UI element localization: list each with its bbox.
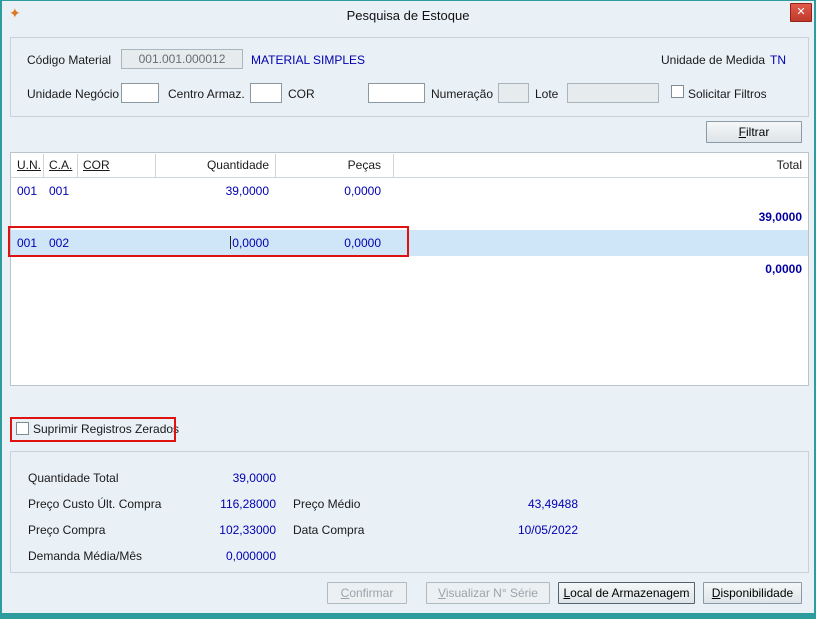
results-table: U.N. C.A. COR Quantidade Peças Total 001… <box>10 152 809 386</box>
disponibilidade-button[interactable]: Disponibilidade <box>703 582 802 604</box>
quantidade-total-label: Quantidade Total <box>28 471 119 485</box>
visualizar-serie-button[interactable]: Visualizar N° Série <box>426 582 550 604</box>
unidade-medida-value: TN <box>770 53 786 67</box>
header-quantidade[interactable]: Quantidade <box>155 153 269 178</box>
subtotal-row: 0,0000 <box>11 256 808 282</box>
preco-custo-label: Preço Custo Últ. Compra <box>28 497 162 511</box>
cor-label: COR <box>288 87 315 101</box>
solicitar-filtros-label: Solicitar Filtros <box>688 87 767 101</box>
preco-compra-value: 102,33000 <box>219 523 276 537</box>
header-un[interactable]: U.N. <box>17 153 41 178</box>
column-separator <box>155 154 156 177</box>
codigo-material-input <box>121 49 243 69</box>
header-pecas[interactable]: Peças <box>275 153 381 178</box>
numeracao-input <box>498 83 529 103</box>
subtotal-value: 39,0000 <box>758 210 802 224</box>
window-title: Pesquisa de Estoque <box>346 8 470 23</box>
solicitar-filtros-checkbox[interactable] <box>671 85 684 98</box>
suprimir-registros-checkbox[interactable] <box>16 422 29 435</box>
column-separator <box>77 154 78 177</box>
header-total[interactable]: Total <box>777 153 802 178</box>
header-cor[interactable]: COR <box>83 153 110 178</box>
preco-custo-value: 116,28000 <box>220 497 276 511</box>
codigo-material-label: Código Material <box>27 53 112 67</box>
filtrar-button[interactable]: Filtrar <box>706 121 802 143</box>
subtotal-row: 39,0000 <box>11 204 808 230</box>
unidade-negocio-label: Unidade Negócio <box>27 87 120 101</box>
header-ca[interactable]: C.A. <box>49 153 72 178</box>
numeracao-label: Numeração <box>431 87 494 101</box>
column-separator <box>275 154 276 177</box>
subtotal-value: 0,0000 <box>765 262 802 276</box>
close-button[interactable]: ✕ <box>790 3 812 22</box>
data-compra-value: 10/05/2022 <box>517 523 578 537</box>
preco-compra-label: Preço Compra <box>28 523 106 537</box>
column-separator <box>43 154 44 177</box>
close-icon: ✕ <box>796 6 806 18</box>
table-header: U.N. C.A. COR Quantidade Peças Total <box>11 153 808 178</box>
unidade-negocio-input[interactable] <box>121 83 159 103</box>
column-separator <box>393 154 394 177</box>
titlebar: ✦ Pesquisa de Estoque ✕ <box>2 1 814 29</box>
lote-label: Lote <box>535 87 559 101</box>
confirmar-button[interactable]: Confirmar <box>327 582 407 604</box>
quantidade-total-value: 39,0000 <box>232 471 276 485</box>
data-compra-label: Data Compra <box>293 523 365 537</box>
table-row-selected[interactable]: 001 002 0,0000 0,0000 <box>11 230 808 256</box>
material-description: MATERIAL SIMPLES <box>251 53 366 67</box>
preco-medio-value: 43,49488 <box>527 497 578 511</box>
unidade-medida-label: Unidade de Medida <box>661 53 766 67</box>
cor-input[interactable] <box>368 83 425 103</box>
lote-input <box>567 83 659 103</box>
filter-panel: Código Material MATERIAL SIMPLES Unidade… <box>10 37 809 117</box>
preco-medio-label: Preço Médio <box>293 497 361 511</box>
summary-panel: Quantidade Total 39,0000 Preço Custo Últ… <box>10 451 809 573</box>
centro-armaz-input[interactable] <box>250 83 282 103</box>
demanda-media-value: 0,000000 <box>225 549 276 563</box>
local-armazenagem-button[interactable]: Local de Armazenagem <box>558 582 695 604</box>
demanda-media-label: Demanda Média/Mês <box>28 549 143 563</box>
table-row[interactable]: 001 001 39,0000 0,0000 <box>11 178 808 204</box>
suprimir-registros-label: Suprimir Registros Zerados <box>33 422 180 436</box>
stock-search-dialog: ✦ Pesquisa de Estoque ✕ Código Material … <box>0 0 816 619</box>
centro-armaz-label: Centro Armaz. <box>168 87 245 101</box>
